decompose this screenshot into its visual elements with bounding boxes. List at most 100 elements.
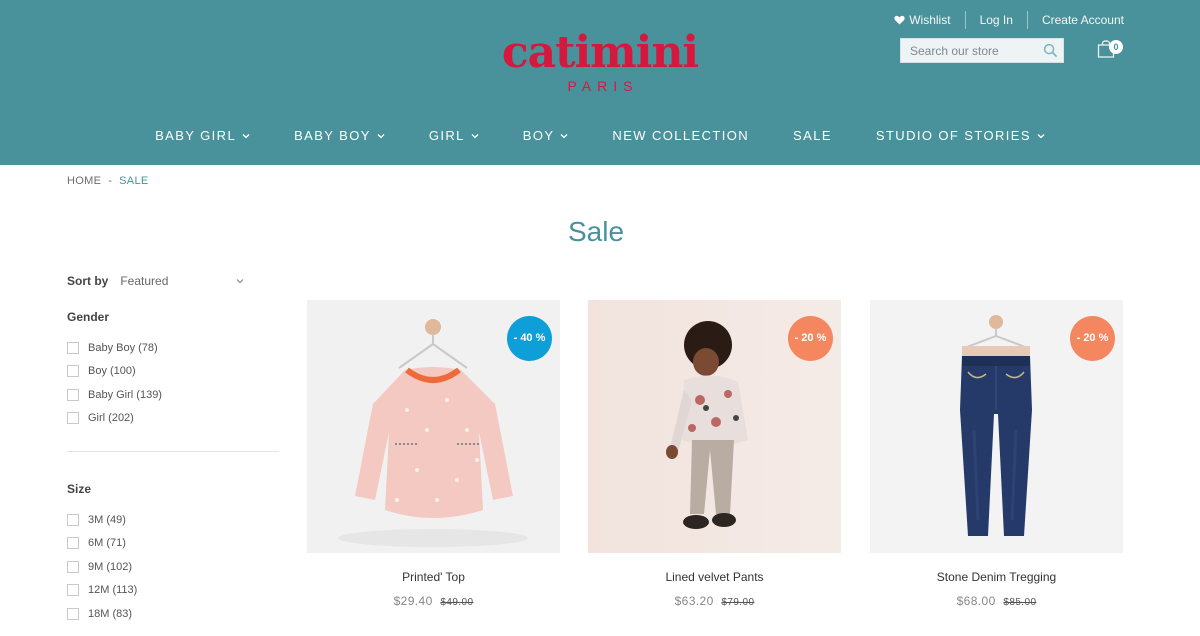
filter-option-label: 6M (71) xyxy=(88,537,126,550)
checkbox[interactable] xyxy=(67,537,79,550)
nav-boy[interactable]: BOY xyxy=(523,128,569,143)
heart-icon xyxy=(894,15,905,25)
search-box xyxy=(900,38,1064,63)
original-price: $85.00 xyxy=(1003,597,1037,608)
product-image[interactable]: - 20 % xyxy=(588,300,841,553)
create-account-link[interactable]: Create Account xyxy=(1042,13,1124,27)
site-header: Wishlist Log In Create Account catimini … xyxy=(0,0,1200,165)
product-name[interactable]: Stone Denim Tregging xyxy=(870,570,1123,584)
discount-badge: - 40 % xyxy=(507,316,552,361)
filter-option-18m[interactable]: 18M (83) xyxy=(67,602,137,626)
nav-label: GIRL xyxy=(428,128,465,143)
chevron-down-icon xyxy=(242,133,250,138)
filter-option-9m[interactable]: 9M (102) xyxy=(67,555,137,579)
filter-divider xyxy=(67,451,279,452)
nav-girl[interactable]: GIRL xyxy=(429,128,479,143)
breadcrumb-home[interactable]: HOME xyxy=(67,175,101,187)
logo[interactable]: catimini PARIS xyxy=(500,27,700,95)
product-card: - 20 % Lined velvet Pants $63.20 $79.00 xyxy=(588,300,841,608)
filter-option-label: 12M (113) xyxy=(88,584,138,597)
cart-button[interactable]: 0 xyxy=(1097,38,1129,60)
discount-badge: - 20 % xyxy=(788,316,833,361)
original-price: $79.00 xyxy=(721,597,755,608)
checkbox[interactable] xyxy=(67,365,79,378)
product-image[interactable]: - 40 % xyxy=(307,300,560,553)
chevron-down-icon xyxy=(377,133,385,138)
product-price: $63.20 $79.00 xyxy=(588,594,841,608)
checkbox[interactable] xyxy=(67,513,79,526)
nav-baby-girl[interactable]: BABY GIRL xyxy=(155,128,250,143)
search-icon[interactable] xyxy=(1043,43,1058,58)
nav-label: SALE xyxy=(793,128,832,143)
nav-studio-of-stories[interactable]: STUDIO OF STORIES xyxy=(876,128,1045,143)
sale-price: $63.20 xyxy=(674,594,714,608)
filter-option-label: 3M (49) xyxy=(88,513,126,526)
product-price: $68.00 $85.00 xyxy=(870,594,1123,608)
filter-option-label: Boy (100) xyxy=(88,365,136,378)
login-link[interactable]: Log In xyxy=(980,13,1013,27)
nav-baby-boy[interactable]: BABY BOY xyxy=(294,128,385,143)
product-name[interactable]: Printed' Top xyxy=(307,570,560,584)
filter-option-boy[interactable]: Boy (100) xyxy=(67,360,162,384)
sale-price: $29.40 xyxy=(393,594,433,608)
discount-badge: - 20 % xyxy=(1070,316,1115,361)
sort-select[interactable]: Featured xyxy=(120,274,244,288)
checkbox[interactable] xyxy=(67,560,79,573)
product-card: - 40 % Printed' Top $29.40 $49.00 xyxy=(307,300,560,608)
breadcrumb-separator: - xyxy=(108,175,113,187)
filter-option-3m[interactable]: 3M (49) xyxy=(67,508,137,532)
filter-option-label: Girl (202) xyxy=(88,412,134,425)
filter-option-12m[interactable]: 12M (113) xyxy=(67,579,137,603)
gender-filter-list: Baby Boy (78) Boy (100) Baby Girl (139) … xyxy=(67,336,162,430)
nav-label: STUDIO OF STORIES xyxy=(875,128,1031,143)
sort-value: Featured xyxy=(120,274,169,288)
search-input[interactable] xyxy=(910,43,1040,58)
filter-option-girl[interactable]: Girl (202) xyxy=(67,407,162,431)
nav-label: BOY xyxy=(522,128,555,143)
nav-sale[interactable]: SALE xyxy=(793,128,832,143)
nav-label: BABY BOY xyxy=(294,128,371,143)
filter-option-label: 18M (83) xyxy=(88,607,133,620)
nav-new-collection[interactable]: NEW COLLECTION xyxy=(612,128,749,143)
product-card: - 20 % Stone Denim Tregging $68.00 $85.0… xyxy=(870,300,1123,608)
wishlist-label: Wishlist xyxy=(909,13,951,27)
filter-title-gender: Gender xyxy=(67,310,110,324)
page-title: Sale xyxy=(567,216,625,247)
filter-option-baby-girl[interactable]: Baby Girl (139) xyxy=(67,383,162,407)
filter-title-size: Size xyxy=(67,482,92,496)
logo-subtitle: PARIS xyxy=(567,78,639,94)
chevron-down-icon xyxy=(471,133,479,138)
chevron-down-icon xyxy=(236,279,244,284)
product-image[interactable]: - 20 % xyxy=(870,300,1123,553)
original-price: $49.00 xyxy=(440,597,474,608)
filter-option-baby-boy[interactable]: Baby Boy (78) xyxy=(67,336,162,360)
breadcrumb: HOME - SALE xyxy=(67,175,149,187)
sort-control: Sort by Featured xyxy=(67,274,244,288)
wishlist-link[interactable]: Wishlist xyxy=(894,13,951,27)
checkbox[interactable] xyxy=(67,341,79,354)
checkbox[interactable] xyxy=(67,412,79,425)
logo-wordmark: catimini xyxy=(501,27,699,78)
nav-label: NEW COLLECTION xyxy=(612,128,750,143)
checkbox[interactable] xyxy=(67,607,79,620)
checkbox[interactable] xyxy=(67,388,79,401)
nav-label: BABY GIRL xyxy=(155,128,237,143)
filter-option-label: Baby Boy (78) xyxy=(88,341,158,354)
chevron-down-icon xyxy=(560,133,568,138)
size-filter-list: 3M (49) 6M (71) 9M (102) 12M (113) 18M (… xyxy=(67,508,137,626)
checkbox[interactable] xyxy=(67,584,79,597)
divider xyxy=(964,11,966,29)
product-name[interactable]: Lined velvet Pants xyxy=(588,570,841,584)
breadcrumb-current: SALE xyxy=(119,175,149,187)
filter-option-6m[interactable]: 6M (71) xyxy=(67,532,137,556)
cart-count-badge: 0 xyxy=(1109,40,1123,54)
product-price: $29.40 $49.00 xyxy=(307,594,560,608)
divider xyxy=(1026,11,1028,29)
filter-option-label: Baby Girl (139) xyxy=(88,388,162,401)
chevron-down-icon xyxy=(1037,133,1045,138)
filter-option-label: 9M (102) xyxy=(88,560,133,573)
main-nav: BABY GIRL BABY BOY GIRL BOY NEW COLLECTI… xyxy=(0,128,1200,143)
account-links: Wishlist Log In Create Account xyxy=(894,11,1124,29)
sale-price: $68.00 xyxy=(956,594,996,608)
sort-label: Sort by xyxy=(67,274,109,288)
